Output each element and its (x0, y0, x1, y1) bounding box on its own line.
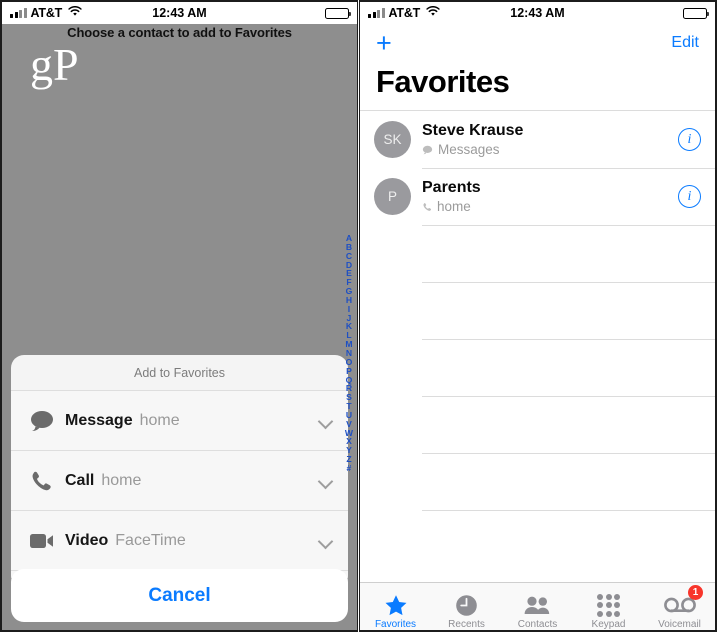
favorite-name: Steve Krause (422, 122, 524, 139)
battery-full-icon (325, 7, 351, 19)
action-sheet-item-video[interactable]: Video FaceTime (11, 510, 348, 570)
empty-list-row (360, 282, 715, 339)
list-item[interactable]: Darren (2, 216, 357, 250)
favorites-nav-bar: + Edit (360, 24, 715, 62)
empty-list-row (360, 510, 715, 567)
contact-first-name: Steve (16, 166, 55, 183)
favorite-name: Parents (422, 179, 481, 196)
favorites-list: SK Steve Krause Messages i P Parents hom… (360, 110, 715, 582)
status-bar-right-group (325, 7, 351, 19)
alphabet-index[interactable]: A B C D E F G H I J K L M N O P Q R S T (345, 234, 353, 473)
avatar: P (374, 178, 411, 215)
info-circle-icon[interactable]: i (678, 185, 701, 208)
tab-recents[interactable]: Recents (431, 583, 502, 630)
contact-first-name: Austin (16, 132, 58, 149)
empty-list-row (360, 453, 715, 510)
screenshot-root: AT&T 12:43 AM Contacts Cancel Search K A… (0, 0, 717, 632)
tab-label: Voicemail (658, 619, 701, 630)
battery-full-icon (683, 7, 709, 19)
keypad-icon (597, 593, 620, 617)
message-bubble-icon (29, 410, 65, 432)
favorite-detail: home (422, 199, 481, 214)
cellular-signal-icon (368, 8, 385, 18)
action-sheet-item-call[interactable]: Call home (11, 450, 348, 510)
message-bubble-icon (422, 145, 433, 154)
favorite-text-group: Steve Krause Messages (422, 122, 523, 157)
contact-first-name: Darren (16, 224, 62, 241)
wifi-icon (426, 5, 440, 20)
page-title: Favorites (376, 64, 510, 99)
carrier-label: AT&T (388, 6, 421, 20)
chevron-down-icon[interactable] (318, 473, 334, 489)
add-to-favorites-action-sheet: Add to Favorites Message home Call home (11, 355, 348, 588)
contact-last-name: Krause (61, 132, 113, 149)
groovypost-watermark-logo: gP (30, 39, 79, 90)
redacted-last-name (66, 225, 159, 240)
cellular-signal-icon (10, 8, 27, 18)
left-phone-panel: AT&T 12:43 AM Contacts Cancel Search K A… (0, 0, 358, 632)
section-header-m: M (2, 192, 357, 216)
action-sheet-item-message[interactable]: Message home (11, 390, 348, 450)
list-item[interactable]: Austin Krause (2, 124, 357, 158)
list-item[interactable]: SK Steve Krause Messages i (360, 111, 715, 168)
tab-label: Contacts (517, 619, 558, 630)
section-header-k: K (2, 100, 357, 124)
favorite-detail-label: Messages (438, 142, 500, 157)
wifi-icon (68, 5, 82, 20)
empty-list-row (360, 396, 715, 453)
action-sheet-item-label: Call (65, 471, 95, 489)
status-bar-left-group: AT&T (10, 5, 82, 20)
phone-handset-icon (29, 469, 65, 493)
favorite-detail-label: home (437, 199, 471, 214)
action-sheet-item-label: Video (65, 531, 109, 549)
section-header-p: P (2, 250, 357, 274)
status-bar-right-group (683, 7, 709, 19)
cancel-button[interactable]: Cancel (11, 569, 348, 622)
star-icon (384, 593, 408, 617)
status-bar-left: AT&T 12:43 AM (2, 2, 357, 24)
video-camera-icon (29, 532, 65, 550)
action-sheet-item-label: Message (65, 411, 133, 429)
action-sheet-item-detail: FaceTime (115, 531, 186, 549)
status-badge: 1 (688, 585, 703, 600)
status-bar-left-group: AT&T (368, 5, 440, 20)
avatar: SK (374, 121, 411, 158)
tab-favorites[interactable]: Favorites (360, 583, 431, 630)
list-item[interactable]: P Parents home i (360, 168, 715, 225)
empty-list-row (360, 225, 715, 282)
carrier-label: AT&T (30, 6, 63, 20)
favorite-text-group: Parents home (422, 179, 481, 214)
info-circle-icon[interactable]: i (678, 128, 701, 151)
phone-handset-icon (423, 202, 432, 211)
left-phone-body: Contacts Cancel Search K Austin Krause S… (2, 24, 357, 630)
tab-keypad[interactable]: Keypad (573, 583, 644, 630)
tab-label: Recents (448, 619, 485, 630)
empty-list-row (360, 339, 715, 396)
people-icon (524, 593, 551, 617)
action-sheet-title: Add to Favorites (133, 365, 225, 380)
add-favorite-prompt: Choose a contact to add to Favorites (67, 25, 292, 40)
tab-contacts[interactable]: Contacts (502, 583, 573, 630)
plus-icon[interactable]: + (376, 29, 392, 57)
edit-button[interactable]: Edit (671, 34, 699, 52)
action-sheet-item-detail: home (139, 411, 180, 429)
chevron-down-icon[interactable] (318, 413, 334, 429)
contact-last-name: Krause (58, 166, 110, 183)
alpha-index-letter[interactable]: # (347, 464, 352, 473)
status-bar-right: AT&T 12:43 AM (360, 2, 715, 24)
clock-icon (455, 593, 478, 617)
right-phone-panel: AT&T 12:43 AM + Edit Favorites SK Steve … (359, 0, 717, 632)
favorite-detail: Messages (422, 142, 523, 157)
action-sheet-item-detail: home (101, 471, 142, 489)
chevron-down-icon[interactable] (318, 533, 334, 549)
list-item[interactable]: Steve Krause (2, 158, 357, 192)
tab-label: Favorites (374, 619, 417, 630)
tab-bar: Favorites Recents Contacts Keypad 1 Voic… (360, 582, 715, 630)
tab-voicemail[interactable]: 1 Voicemail (644, 583, 715, 630)
tab-label: Keypad (591, 619, 626, 630)
favorites-screen: + Edit Favorites SK Steve Krause Message… (360, 24, 715, 630)
